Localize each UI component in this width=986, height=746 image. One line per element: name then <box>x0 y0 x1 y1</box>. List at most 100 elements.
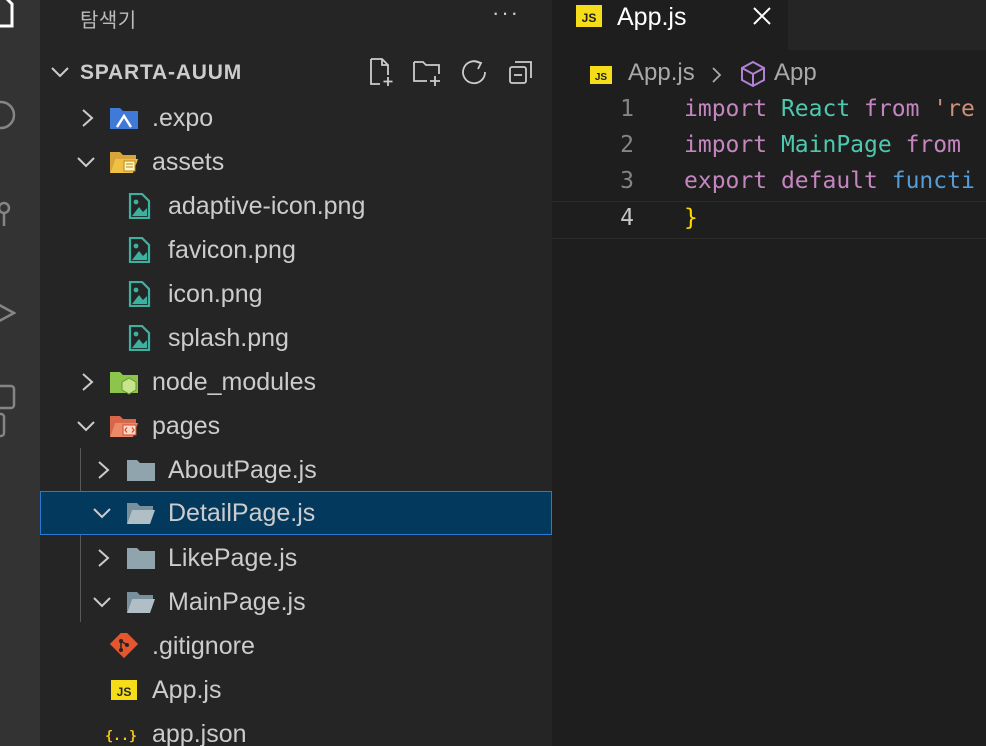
explorer-sidebar: 탐색기 ··· SPARTA-AUUM .expo assets adaptiv… <box>40 0 552 746</box>
tree-item-favicon[interactable]: favicon.png <box>40 228 552 272</box>
activity-bar <box>0 0 40 746</box>
tree-item-label: LikePage.js <box>168 544 298 572</box>
tree-item-aboutpage[interactable]: AboutPage.js <box>40 448 552 492</box>
new-file-icon[interactable] <box>366 57 396 87</box>
tree-item-mainpage[interactable]: MainPage.js <box>40 580 552 624</box>
image-file-icon <box>128 237 151 263</box>
tree-item-label: app.json <box>152 720 247 746</box>
chevron-down-icon <box>93 508 111 519</box>
tree-item-adaptive-icon[interactable]: adaptive-icon.png <box>40 184 552 228</box>
editor-area: JS App.js JS App.js App 1 import React f… <box>552 0 986 746</box>
code-token: from <box>905 132 961 158</box>
explorer-icon[interactable] <box>0 0 16 30</box>
svg-text:JS: JS <box>117 685 132 699</box>
tree-item-appjson[interactable]: {..} app.json <box>40 712 552 746</box>
code-token: default <box>767 168 892 194</box>
pages-folder-icon <box>110 416 138 437</box>
tree-item-label: .expo <box>152 104 214 132</box>
js-file-icon: JS <box>590 66 612 84</box>
breadcrumb-symbol[interactable]: App <box>774 59 817 87</box>
code-line: 1 import React from 're <box>552 93 986 129</box>
json-file-icon: {..} <box>106 729 136 744</box>
folder-icon <box>127 460 155 481</box>
chevron-right-icon <box>98 549 110 567</box>
close-icon[interactable] <box>750 4 774 28</box>
js-file-icon: JS <box>111 680 137 700</box>
code-token: from <box>864 96 920 122</box>
chevron-right-icon <box>712 67 722 83</box>
collapse-all-icon[interactable] <box>506 57 536 87</box>
more-actions-button[interactable]: ··· <box>492 0 520 26</box>
chevron-down-icon <box>51 67 69 78</box>
tree-item-expo[interactable]: .expo <box>40 96 552 140</box>
tab-app-js[interactable]: JS App.js <box>552 0 788 50</box>
tab-bar: JS App.js <box>552 0 986 50</box>
code-line-current: 4 } <box>552 201 986 239</box>
line-content: } <box>684 205 698 231</box>
tree-item-label: node_modules <box>152 368 317 396</box>
image-file-icon <box>128 193 151 219</box>
git-icon <box>109 633 139 659</box>
code-token: export <box>684 168 768 194</box>
code-token: functi <box>891 168 975 194</box>
source-control-icon[interactable] <box>0 198 16 228</box>
tree-item-detailpage[interactable]: DetailPage.js <box>40 491 552 535</box>
extensions-icon[interactable] <box>0 384 16 440</box>
line-content: export default functi <box>684 168 975 194</box>
tree-item-appjs[interactable]: JS App.js <box>40 668 552 712</box>
tree-item-label: adaptive-icon.png <box>168 192 366 220</box>
folder-open-icon <box>127 592 155 613</box>
breadcrumb-file[interactable]: App.js <box>628 59 695 87</box>
line-content: import MainPage from <box>684 132 961 158</box>
image-file-icon <box>128 281 151 307</box>
line-content: import React from 're <box>684 96 975 122</box>
code-token: } <box>684 205 698 231</box>
tree-item-label: MainPage.js <box>168 588 306 616</box>
tree-item-label: AboutPage.js <box>168 456 317 484</box>
code-token: 're <box>919 96 975 122</box>
search-icon[interactable] <box>0 100 16 130</box>
code-token: React <box>767 96 865 122</box>
chevron-down-icon <box>93 597 111 608</box>
workspace-section-header[interactable]: SPARTA-AUUM <box>40 52 552 92</box>
refresh-icon[interactable] <box>459 57 489 87</box>
tree-item-label: .gitignore <box>152 632 255 660</box>
code-line: 3 export default functi <box>552 165 986 201</box>
tree-item-label: App.js <box>152 676 222 704</box>
folder-open-icon <box>127 503 155 524</box>
code-line: 2 import MainPage from <box>552 129 986 165</box>
chevron-right-icon <box>82 109 94 127</box>
run-debug-icon[interactable] <box>0 298 16 328</box>
js-file-icon: JS <box>576 5 602 27</box>
new-folder-icon[interactable] <box>412 57 442 87</box>
tree-item-node-modules[interactable]: node_modules <box>40 360 552 404</box>
code-token: import <box>684 96 768 122</box>
folder-icon <box>127 548 155 569</box>
explorer-title: 탐색기 <box>80 10 137 32</box>
svg-text:JS: JS <box>595 72 608 83</box>
chevron-down-icon <box>77 421 95 432</box>
tree-item-gitignore[interactable]: .gitignore <box>40 624 552 668</box>
code-token: MainPage <box>767 132 906 158</box>
breadcrumb: JS App.js App <box>552 56 986 92</box>
tree-item-label: assets <box>152 148 225 176</box>
workspace-name: SPARTA-AUUM <box>80 61 243 84</box>
chevron-right-icon <box>98 461 110 479</box>
tree-item-label: pages <box>152 412 221 440</box>
tree-item-label: DetailPage.js <box>168 499 316 527</box>
chevron-down-icon <box>77 157 95 168</box>
tree-item-label: icon.png <box>168 280 263 308</box>
tree-item-assets[interactable]: assets <box>40 140 552 184</box>
svg-text:{..}: {..} <box>106 729 136 744</box>
assets-folder-icon <box>110 152 138 173</box>
line-number: 1 <box>620 96 634 122</box>
line-number: 2 <box>620 132 634 158</box>
tree-item-pages[interactable]: pages <box>40 404 552 448</box>
code-token: import <box>684 132 768 158</box>
tab-label: App.js <box>617 3 687 31</box>
line-number: 3 <box>620 168 634 194</box>
tree-item-label: splash.png <box>168 324 289 352</box>
tree-item-likepage[interactable]: LikePage.js <box>40 536 552 580</box>
tree-item-splash[interactable]: splash.png <box>40 316 552 360</box>
tree-item-icon[interactable]: icon.png <box>40 272 552 316</box>
